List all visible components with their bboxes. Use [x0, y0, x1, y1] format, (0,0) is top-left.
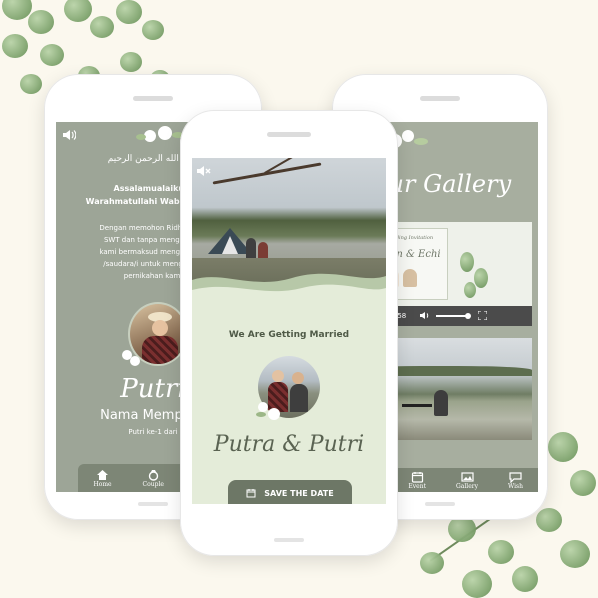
- volume-icon[interactable]: [420, 311, 430, 322]
- home-indicator: [425, 502, 455, 506]
- phone-mockup-center: We Are Getting Married Putra & Putri SAV…: [180, 110, 398, 556]
- cover-screen: We Are Getting Married Putra & Putri SAV…: [192, 158, 386, 504]
- couple-names: Putra & Putri: [213, 432, 365, 457]
- home-indicator: [138, 502, 168, 506]
- volume-slider[interactable]: [436, 313, 472, 319]
- tree-branch: [212, 162, 322, 185]
- flower-decoration: [120, 348, 144, 368]
- mute-icon[interactable]: [196, 162, 212, 181]
- gallery-icon: [460, 471, 474, 482]
- tagline: We Are Getting Married: [228, 330, 350, 340]
- phone-speaker: [133, 96, 173, 101]
- home-icon: [97, 469, 109, 480]
- save-the-date-button[interactable]: SAVE THE DATE: [228, 480, 352, 504]
- chat-icon: [509, 471, 522, 483]
- speaker-icon[interactable]: [62, 126, 77, 145]
- home-indicator: [274, 538, 304, 542]
- flower-decoration: [136, 124, 186, 146]
- fullscreen-icon[interactable]: [477, 310, 488, 322]
- leaf-decoration: [456, 242, 496, 302]
- nav-gallery[interactable]: Gallery: [456, 471, 478, 490]
- ring-icon: [148, 469, 158, 481]
- nav-home[interactable]: Home: [93, 469, 112, 488]
- calendar-icon: [411, 471, 423, 483]
- flower-decoration: [256, 398, 286, 420]
- wave-divider: [192, 273, 386, 306]
- nav-couple[interactable]: Couple: [143, 469, 164, 488]
- phone-speaker: [267, 132, 311, 137]
- nav-wish[interactable]: Wish: [508, 471, 523, 490]
- phone-speaker: [420, 96, 460, 101]
- nav-event[interactable]: Event: [408, 471, 426, 490]
- calendar-icon: [246, 489, 256, 498]
